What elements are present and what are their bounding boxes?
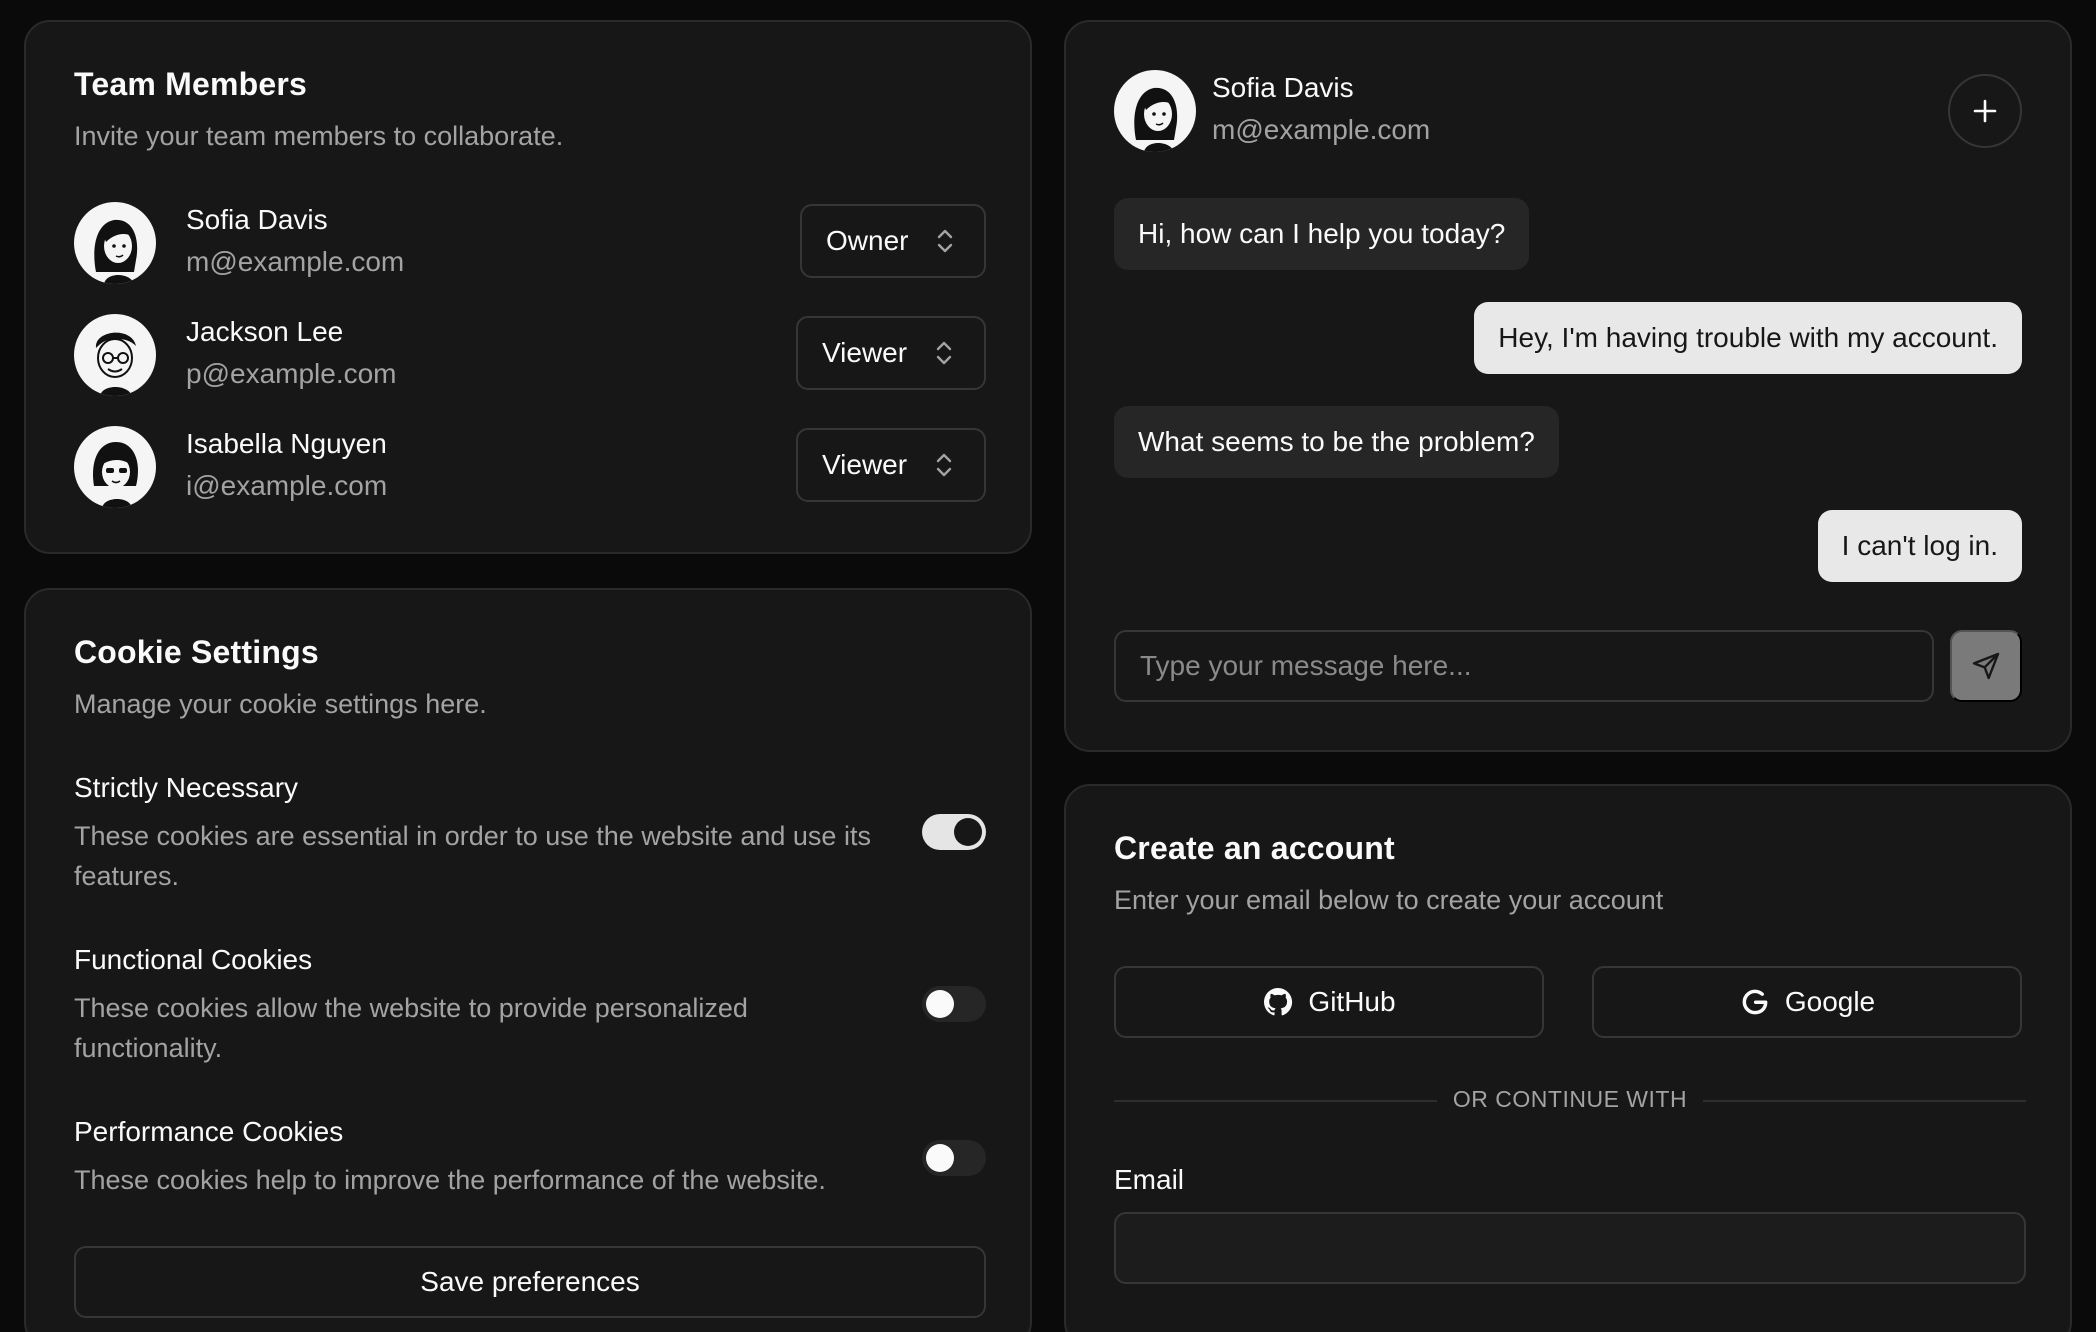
member-row: Isabella Nguyen i@example.com Viewer <box>74 426 986 510</box>
message-bubble-agent: What seems to be the problem? <box>1114 406 1559 478</box>
message-bubble-user: Hey, I'm having trouble with my account. <box>1474 302 2022 374</box>
team-members-card: Team Members Invite your team members to… <box>24 20 1032 554</box>
cookie-option-strictly-necessary: Strictly Necessary These cookies are ess… <box>74 772 986 896</box>
member-email: p@example.com <box>186 358 397 389</box>
cookie-settings-description: Manage your cookie settings here. <box>74 689 487 719</box>
cookie-option-title: Functional Cookies <box>74 944 313 975</box>
cookie-option-title: Performance Cookies <box>74 1116 344 1147</box>
role-select[interactable]: Viewer <box>796 316 986 390</box>
cookie-settings-card: Cookie Settings Manage your cookie setti… <box>24 588 1032 1332</box>
divider-text: OR CONTINUE WITH <box>1436 1086 1704 1112</box>
github-button-label: GitHub <box>1308 986 1396 1017</box>
create-account-title: Create an account <box>1114 830 1395 866</box>
role-value: Viewer <box>822 337 908 368</box>
cookie-option-functional: Functional Cookies These cookies allow t… <box>74 944 986 1068</box>
cookie-option-description: These cookies help to improve the perfor… <box>74 1165 826 1195</box>
google-button[interactable]: Google <box>1592 966 2022 1038</box>
chat-card: Sofia Davis m@example.com Hi, how can I … <box>1064 20 2072 752</box>
cookie-settings-title: Cookie Settings <box>74 634 319 670</box>
avatar <box>74 314 156 396</box>
google-icon <box>1742 989 1768 1015</box>
chat-user-email: m@example.com <box>1212 114 1431 145</box>
cookie-option-performance: Performance Cookies These cookies help t… <box>74 1116 986 1200</box>
github-icon <box>1264 988 1293 1016</box>
role-value: Viewer <box>822 449 908 480</box>
toggle-knob <box>954 818 982 846</box>
create-account-description: Enter your email below to create your ac… <box>1114 885 1664 915</box>
chat-user-name: Sofia Davis <box>1212 72 1354 103</box>
page: Team Members Invite your team members to… <box>0 0 2096 1332</box>
role-select[interactable]: Viewer <box>796 428 986 502</box>
chevron-up-down-icon <box>933 338 955 368</box>
new-chat-button[interactable] <box>1948 74 2022 148</box>
cookie-option-description: These cookies are essential in order to … <box>74 821 871 891</box>
member-row: Jackson Lee p@example.com Viewer <box>74 314 986 398</box>
create-account-card: Create an account Enter your email below… <box>1064 784 2072 1332</box>
cookie-option-title: Strictly Necessary <box>74 772 299 803</box>
toggle-knob <box>926 1144 954 1172</box>
cookie-option-description: These cookies allow the website to provi… <box>74 993 748 1063</box>
avatar-illustration <box>94 219 138 284</box>
team-members-title: Team Members <box>74 66 308 102</box>
send-button[interactable] <box>1950 630 2022 702</box>
avatar <box>74 426 156 508</box>
avatar-illustration <box>92 442 138 508</box>
role-select[interactable]: Owner <box>800 204 986 278</box>
email-label: Email <box>1114 1164 1185 1195</box>
message-input[interactable] <box>1114 630 1934 702</box>
message-bubble-agent: Hi, how can I help you today? <box>1114 198 1530 270</box>
chevron-up-down-icon <box>934 226 956 256</box>
team-members-description: Invite your team members to collaborate. <box>74 121 564 151</box>
functional-cookies-toggle[interactable] <box>922 986 986 1022</box>
github-button[interactable]: GitHub <box>1114 966 1544 1038</box>
strictly-necessary-toggle[interactable] <box>922 814 986 850</box>
avatar <box>1114 70 1196 152</box>
save-preferences-button[interactable]: Save preferences <box>74 1246 986 1318</box>
email-field[interactable] <box>1114 1212 2026 1284</box>
avatar-illustration <box>1134 87 1178 152</box>
role-value: Owner <box>826 225 909 256</box>
google-button-label: Google <box>1784 986 1876 1017</box>
performance-cookies-toggle[interactable] <box>922 1140 986 1176</box>
member-email: i@example.com <box>186 470 388 501</box>
or-continue-divider: OR CONTINUE WITH <box>1114 1086 2026 1116</box>
plus-icon <box>1973 99 1997 123</box>
member-email: m@example.com <box>186 246 405 277</box>
avatar <box>74 202 156 284</box>
avatar-illustration <box>95 332 136 396</box>
member-name: Isabella Nguyen <box>186 428 387 459</box>
chevron-up-down-icon <box>933 450 955 480</box>
toggle-knob <box>926 990 954 1018</box>
member-name: Jackson Lee <box>186 316 344 347</box>
member-row: Sofia Davis m@example.com Owner <box>74 202 986 286</box>
send-icon <box>1972 652 2000 680</box>
message-bubble-user: I can't log in. <box>1817 510 2022 582</box>
member-name: Sofia Davis <box>186 204 328 235</box>
